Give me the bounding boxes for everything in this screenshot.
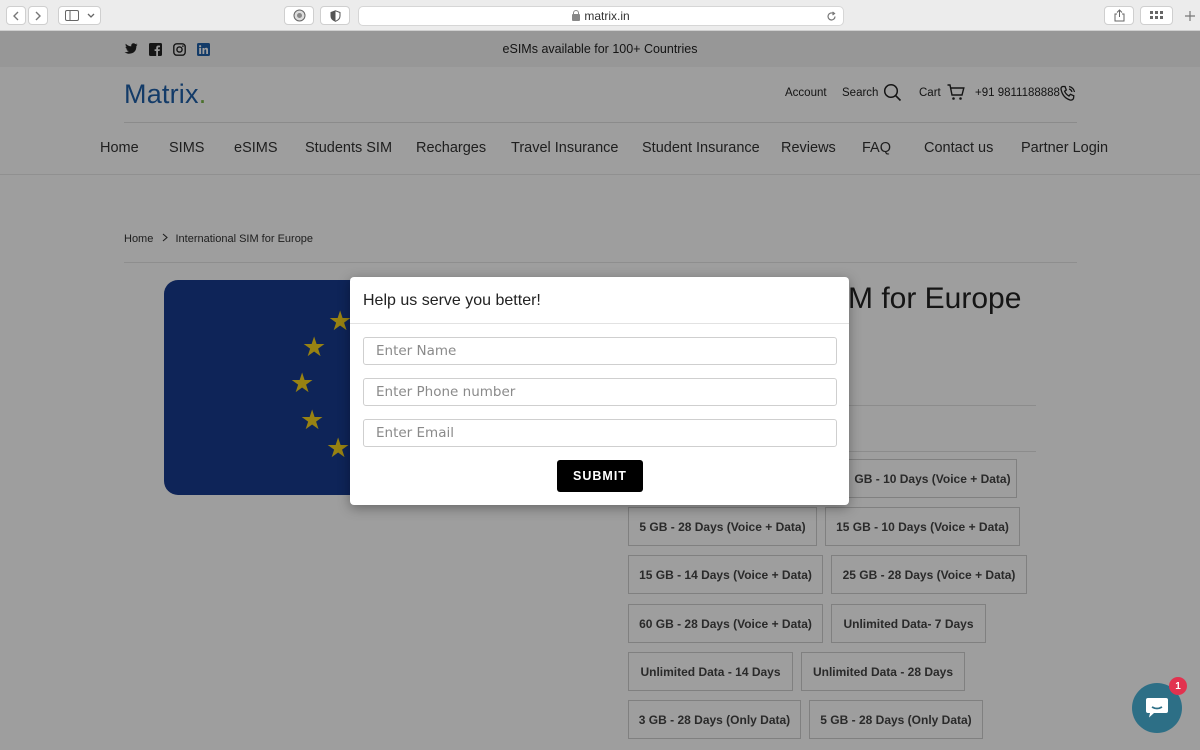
new-tab-button[interactable] xyxy=(1180,8,1200,30)
share-button[interactable] xyxy=(1104,6,1134,25)
grid-icon xyxy=(1150,11,1163,19)
forward-button[interactable] xyxy=(28,6,48,25)
sidebar-icon xyxy=(64,10,79,21)
name-input[interactable] xyxy=(363,337,837,365)
address-bar[interactable]: matrix.in xyxy=(358,6,844,26)
plus-icon xyxy=(1185,11,1195,21)
back-button[interactable] xyxy=(6,6,26,25)
email-input[interactable] xyxy=(363,419,837,447)
chevron-right-icon xyxy=(35,11,41,20)
privacy-shield-button[interactable] xyxy=(320,6,350,25)
globe-icon xyxy=(293,9,305,22)
modal-title: Help us serve you better! xyxy=(363,292,541,309)
lead-capture-modal: Help us serve you better! SUBMIT xyxy=(350,277,849,505)
share-icon xyxy=(1114,9,1124,22)
url-text: matrix.in xyxy=(584,9,630,23)
browser-toolbar: matrix.in xyxy=(0,0,1200,31)
phone-input[interactable] xyxy=(363,378,837,406)
sidebar-toggle-button[interactable] xyxy=(58,6,101,25)
submit-button[interactable]: SUBMIT xyxy=(557,460,643,492)
chat-unread-badge: 1 xyxy=(1169,677,1187,695)
lock-icon xyxy=(572,9,581,21)
site-settings-button[interactable] xyxy=(284,6,314,25)
tab-overview-button[interactable] xyxy=(1140,6,1173,25)
chevron-left-icon xyxy=(13,11,19,20)
modal-divider xyxy=(350,323,849,324)
shield-icon xyxy=(330,9,340,22)
chat-bubble-icon xyxy=(1146,698,1168,718)
reload-icon[interactable] xyxy=(826,11,837,22)
chevron-down-icon xyxy=(87,13,94,18)
